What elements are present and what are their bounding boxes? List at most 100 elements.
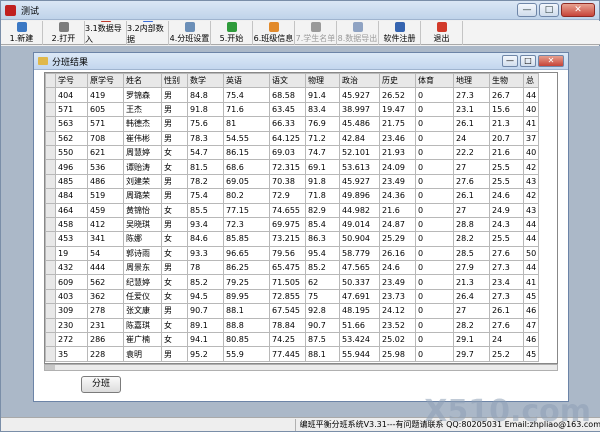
table-cell[interactable]: 24 (489, 332, 524, 348)
table-cell[interactable]: 88.1 (305, 346, 340, 362)
table-row[interactable]: 562 708 崔伟彬男 78.3 54.55 64.125 71.2 42.84 23.46 0… (45, 130, 540, 146)
column-header[interactable]: 政治 (339, 73, 380, 89)
table-cell[interactable]: 女 (161, 332, 188, 348)
table-cell[interactable]: 27.3 (489, 260, 524, 276)
column-header[interactable]: 姓名 (123, 73, 162, 89)
table-cell[interactable]: 69.03 (269, 144, 306, 161)
toolbar-button-7[interactable]: 7.学生名单 (295, 21, 337, 45)
table-cell[interactable]: 92.8 (305, 303, 340, 319)
table-cell[interactable]: 708 (87, 130, 124, 146)
table-cell[interactable]: 25.29 (379, 231, 416, 247)
table-cell[interactable]: 41 (522, 116, 540, 132)
table-cell[interactable]: 86.15 (223, 144, 270, 161)
table-cell[interactable]: 85.2 (305, 260, 340, 276)
table-cell[interactable]: 75.6 (187, 116, 224, 132)
table-cell[interactable]: 44 (522, 260, 540, 276)
table-cell[interactable]: 55.944 (339, 346, 380, 362)
table-cell[interactable]: 女 (161, 245, 188, 262)
row-header[interactable] (45, 159, 56, 175)
row-header[interactable] (45, 332, 56, 348)
table-cell[interactable]: 19 (55, 245, 88, 262)
table-cell[interactable]: 71.505 (269, 274, 306, 290)
table-cell[interactable]: 女 (161, 317, 188, 334)
table-cell[interactable]: 47.691 (339, 288, 380, 305)
row-header[interactable] (45, 346, 56, 362)
table-cell[interactable]: 21.6 (379, 202, 416, 218)
table-cell[interactable]: 28.8 (453, 216, 490, 233)
child-close-button[interactable]: ✕ (538, 55, 564, 67)
table-cell[interactable]: 23.46 (379, 130, 416, 146)
table-cell[interactable]: 72.3 (223, 216, 270, 233)
table-cell[interactable]: 91.8 (187, 101, 224, 118)
table-cell[interactable]: 女 (161, 144, 188, 161)
table-cell[interactable]: 崔伟彬 (123, 130, 162, 146)
table-cell[interactable]: 24.6 (489, 188, 524, 204)
table-cell[interactable]: 78.2 (187, 173, 224, 190)
table-cell[interactable]: 341 (87, 231, 124, 247)
table-cell[interactable]: 609 (55, 274, 88, 290)
table-cell[interactable]: 403 (55, 288, 88, 305)
result-grid[interactable]: 学号 原学号 姓名 性别 数学 英语 语文 物理 政治 历史 体育 地理 生物总 404 419 罗锦森男 8… (44, 72, 558, 364)
table-cell[interactable]: 27.3 (489, 288, 524, 305)
table-cell[interactable]: 64.125 (269, 130, 306, 146)
table-cell[interactable]: 68.6 (223, 159, 270, 175)
column-header[interactable]: 数学 (187, 73, 224, 89)
table-cell[interactable]: 女 (161, 231, 188, 247)
table-cell[interactable]: 25.5 (489, 231, 524, 247)
table-cell[interactable]: 27.3 (453, 87, 490, 103)
column-header[interactable]: 学号 (55, 73, 88, 89)
table-cell[interactable]: 412 (87, 216, 124, 233)
table-cell[interactable]: 44 (522, 87, 540, 103)
table-cell[interactable]: 68.58 (269, 87, 306, 103)
table-cell[interactable]: 27.6 (489, 317, 524, 334)
table-cell[interactable]: 50 (522, 245, 540, 262)
table-cell[interactable]: 28.2 (453, 231, 490, 247)
table-cell[interactable]: 85.2 (187, 274, 224, 290)
table-cell[interactable]: 83.4 (305, 101, 340, 118)
table-cell[interactable]: 44 (522, 231, 540, 247)
table-cell[interactable]: 男 (161, 116, 188, 132)
table-cell[interactable]: 纪慧婷 (123, 274, 162, 290)
table-cell[interactable]: 95.4 (305, 245, 340, 262)
table-cell[interactable]: 陈嘉琪 (123, 317, 162, 334)
table-cell[interactable]: 45.927 (339, 87, 380, 103)
table-cell[interactable]: 26.7 (489, 87, 524, 103)
table-cell[interactable]: 26.1 (453, 116, 490, 132)
table-cell[interactable]: 72.9 (269, 188, 306, 204)
table-cell[interactable]: 84.8 (187, 87, 224, 103)
table-cell[interactable]: 男 (161, 87, 188, 103)
table-cell[interactable]: 72.855 (269, 288, 306, 305)
table-cell[interactable]: 29.1 (453, 332, 490, 348)
table-cell[interactable]: 周璐荣 (123, 188, 162, 204)
table-cell[interactable]: 0 (415, 332, 454, 348)
table-cell[interactable]: 男 (161, 346, 188, 362)
table-row[interactable]: 404 419 罗锦森男 84.8 75.4 68.58 91.4 45.927 26.52 0 2… (45, 87, 540, 103)
table-cell[interactable]: 0 (415, 87, 454, 103)
table-row[interactable]: 571 605 王杰男 91.8 71.6 63.45 83.4 38.997 19.47 0 23… (45, 101, 540, 118)
row-header[interactable] (45, 173, 56, 190)
table-cell[interactable]: 53.613 (339, 159, 380, 175)
table-cell[interactable]: 38.997 (339, 101, 380, 118)
table-cell[interactable]: 42 (522, 159, 540, 175)
table-cell[interactable]: 571 (55, 101, 88, 118)
table-cell[interactable]: 21.3 (453, 274, 490, 290)
table-cell[interactable]: 69.975 (269, 216, 306, 233)
table-cell[interactable]: 44 (522, 216, 540, 233)
table-cell[interactable]: 91.4 (305, 87, 340, 103)
table-cell[interactable]: 27.9 (453, 260, 490, 276)
row-header[interactable] (45, 202, 56, 218)
row-header[interactable] (45, 231, 56, 247)
maximize-button[interactable]: □ (539, 3, 559, 17)
table-cell[interactable]: 71.6 (223, 101, 270, 118)
table-cell[interactable]: 87.5 (305, 332, 340, 348)
table-cell[interactable]: 35 (55, 346, 88, 362)
table-cell[interactable]: 65.475 (269, 260, 306, 276)
table-cell[interactable]: 男 (161, 260, 188, 276)
table-cell[interactable]: 24.36 (379, 188, 416, 204)
table-cell[interactable]: 29.7 (453, 346, 490, 362)
table-cell[interactable]: 54.7 (187, 144, 224, 161)
table-cell[interactable]: 458 (55, 216, 88, 233)
toolbar-button-10[interactable]: 退出 (421, 21, 463, 45)
table-cell[interactable]: 27 (453, 159, 490, 175)
table-cell[interactable]: 550 (55, 144, 88, 161)
